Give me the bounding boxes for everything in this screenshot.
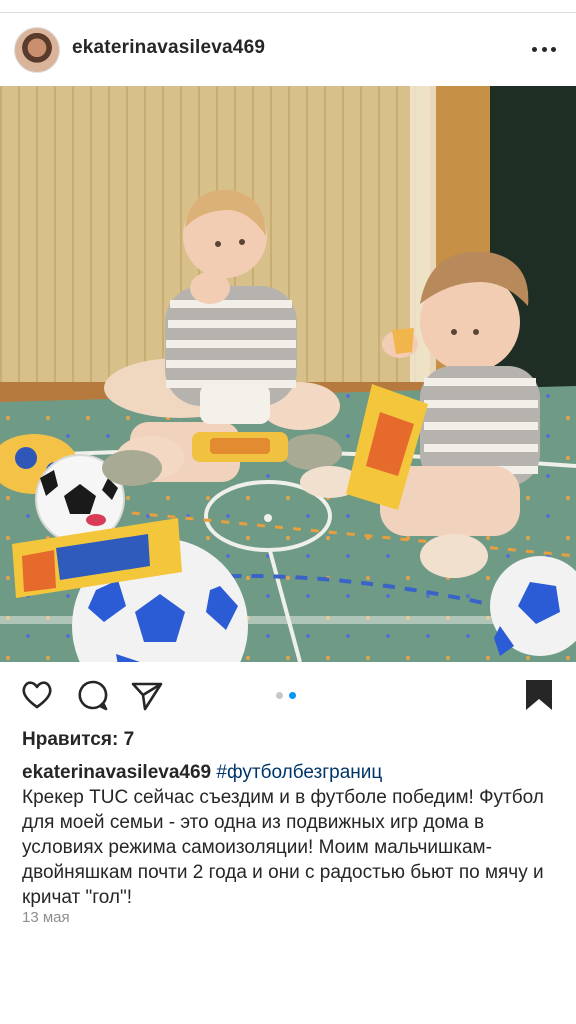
carousel-indicator bbox=[276, 692, 296, 699]
comment-icon[interactable] bbox=[76, 678, 110, 712]
post-caption: ekaterinavasileva469 #футболбезграниц Кр… bbox=[22, 760, 552, 910]
bookmark-icon[interactable] bbox=[522, 678, 556, 712]
post-photo[interactable] bbox=[0, 86, 576, 662]
post-header: ekaterinavasileva469 bbox=[0, 13, 576, 85]
post-date: 13 мая bbox=[22, 909, 70, 926]
caption-text: Крекер TUC сейчас съездим и в футболе по… bbox=[22, 787, 544, 908]
post-actions bbox=[0, 662, 576, 728]
post-username[interactable]: ekaterinavasileva469 bbox=[72, 37, 265, 59]
user-avatar[interactable] bbox=[14, 27, 60, 73]
top-divider bbox=[0, 0, 576, 13]
more-options-icon[interactable] bbox=[532, 39, 556, 59]
carousel-dot bbox=[276, 692, 283, 699]
send-icon[interactable] bbox=[130, 678, 164, 712]
caption-hashtag[interactable]: #футболбезграниц bbox=[216, 762, 382, 783]
heart-icon[interactable] bbox=[20, 678, 54, 712]
dot-icon bbox=[541, 46, 547, 52]
carousel-dot-active bbox=[289, 692, 296, 699]
likes-count[interactable]: Нравится: 7 bbox=[22, 729, 134, 751]
caption-username[interactable]: ekaterinavasileva469 bbox=[22, 762, 211, 783]
dot-icon bbox=[532, 46, 537, 52]
photo-illustration bbox=[0, 86, 576, 662]
dot-icon bbox=[551, 46, 556, 52]
